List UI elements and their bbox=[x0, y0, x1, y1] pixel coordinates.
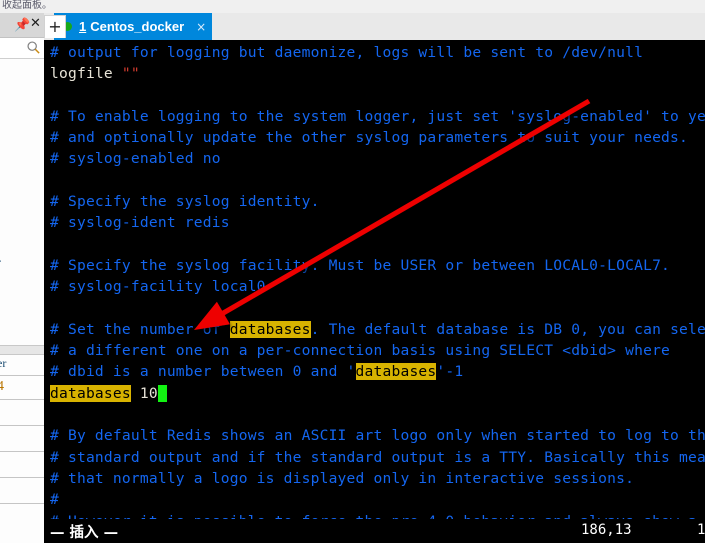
left-panel-body: r er 4 bbox=[0, 59, 44, 543]
list-item bbox=[0, 425, 44, 426]
close-icon[interactable]: ✕ bbox=[29, 17, 42, 31]
terminal-line: # To enable logging to the system logger… bbox=[50, 106, 705, 127]
list-item bbox=[0, 503, 44, 504]
terminal-text: # Specify the syslog facility. Must be U… bbox=[50, 256, 671, 274]
cursor-position-indicator: 186,13 bbox=[581, 522, 632, 538]
terminal-text-area[interactable]: # output for logging but daemonize, logs… bbox=[50, 42, 705, 543]
terminal-line: # and optionally update the other syslog… bbox=[50, 127, 705, 148]
tab-close-icon[interactable]: × bbox=[196, 21, 206, 33]
terminal-text: # bbox=[50, 491, 59, 509]
terminal-line: # Set the number of databases. The defau… bbox=[50, 319, 705, 340]
left-side-panel: 📌 ✕ r er 4 bbox=[0, 13, 45, 543]
tab-centos-docker[interactable]: 1 Centos_docker × bbox=[54, 13, 213, 40]
terminal-text: # By default Redis shows an ASCII art lo… bbox=[50, 427, 705, 445]
scroll-percent-indicator: 1 bbox=[697, 522, 705, 538]
terminal-text: # that normally a logo is displayed only… bbox=[50, 469, 635, 487]
terminal-text: # syslog-facility local0 bbox=[50, 278, 266, 296]
terminal-line: logfile "" bbox=[50, 63, 705, 84]
terminal-text: # a different one on a per-connection ba… bbox=[50, 342, 671, 360]
host-top-strip-text: 收起面板。 bbox=[2, 0, 52, 11]
terminal-text: 10 bbox=[130, 384, 158, 402]
terminal-line: # that normally a logo is displayed only… bbox=[50, 468, 705, 489]
terminal-line: # output for logging but daemonize, logs… bbox=[50, 42, 705, 63]
terminal-text: . The default database is DB 0, you can … bbox=[310, 320, 705, 338]
list-item bbox=[0, 399, 44, 400]
terminal-line: # standard output and if the standard ou… bbox=[50, 447, 705, 468]
terminal-line: # syslog-facility local0 bbox=[50, 276, 705, 297]
terminal-text: # syslog-ident redis bbox=[50, 214, 230, 232]
terminal-line: # Specify the syslog facility. Must be U… bbox=[50, 255, 705, 276]
search-highlight: databases bbox=[229, 320, 311, 338]
text-cursor bbox=[157, 384, 167, 402]
left-panel-titlebar: 📌 ✕ bbox=[0, 13, 44, 38]
terminal-line: # a different one on a per-connection ba… bbox=[50, 340, 705, 361]
list-item: 4 bbox=[0, 379, 4, 395]
terminal-text: # Set the number of bbox=[50, 320, 230, 338]
terminal-line: # By default Redis shows an ASCII art lo… bbox=[50, 425, 705, 446]
new-tab-button[interactable]: + bbox=[44, 15, 66, 38]
terminal-line: databases 10 bbox=[50, 383, 705, 404]
terminal-line: # syslog-ident redis bbox=[50, 212, 705, 233]
terminal-line: # dbid is a number between 0 and 'databa… bbox=[50, 361, 705, 382]
list-item: er bbox=[0, 356, 7, 370]
pin-icon[interactable]: 📌 bbox=[14, 18, 30, 32]
terminal-text: # output for logging but daemonize, logs… bbox=[50, 44, 644, 61]
search-icon[interactable] bbox=[26, 40, 41, 55]
tab-title-label: Centos_docker bbox=[90, 19, 185, 34]
terminal-line: # Specify the syslog identity. bbox=[50, 191, 705, 212]
terminal-text: # standard output and if the standard ou… bbox=[50, 448, 705, 466]
list-item bbox=[0, 451, 44, 452]
terminal-view[interactable]: # output for logging but daemonize, logs… bbox=[44, 40, 705, 543]
terminal-text: # and optionally update the other syslog… bbox=[50, 129, 689, 147]
list-item bbox=[0, 477, 44, 478]
terminal-text: "" bbox=[121, 65, 140, 83]
search-highlight: databases bbox=[50, 384, 131, 402]
terminal-line: # bbox=[50, 489, 705, 510]
terminal-line: # syslog-enabled no bbox=[50, 148, 705, 169]
terminal-text: logfile bbox=[50, 65, 122, 83]
terminal-text: # Specify the syslog identity. bbox=[50, 193, 320, 211]
vim-status-bar: — 插入 — 186,13 1 bbox=[44, 519, 705, 543]
host-top-strip: 收起面板。 bbox=[0, 0, 705, 13]
left-panel-search-row[interactable] bbox=[0, 38, 44, 59]
search-highlight: databases bbox=[355, 363, 437, 381]
terminal-text: # dbid is a number between 0 and ' bbox=[50, 363, 356, 381]
list-item: r bbox=[0, 255, 1, 270]
terminal-text: # syslog-enabled no bbox=[50, 150, 221, 168]
app-window: 收起面板。 📌 ✕ r er 4 1 bbox=[0, 0, 705, 543]
left-panel-section-header bbox=[0, 345, 44, 355]
tab-bar: 1 Centos_docker × + bbox=[44, 13, 705, 41]
terminal-text: '-1 bbox=[436, 363, 464, 381]
terminal-text: # To enable logging to the system logger… bbox=[50, 107, 705, 125]
vim-mode-indicator: — 插入 — bbox=[50, 525, 119, 541]
tab-index-label: 1 bbox=[79, 19, 87, 34]
list-item bbox=[0, 375, 44, 376]
